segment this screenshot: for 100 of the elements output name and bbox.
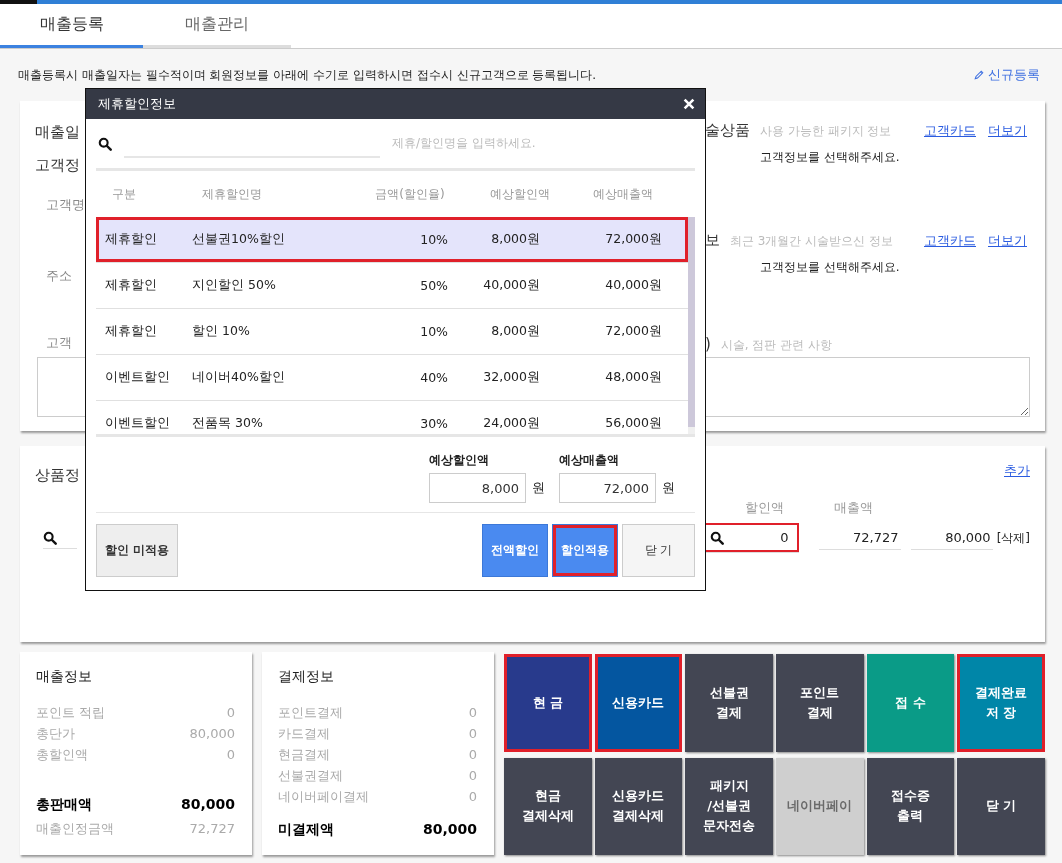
table-cell-text: 72,000원 [604, 323, 662, 340]
table-cell-text: 8,000원 [490, 323, 540, 340]
table-cell-text: 10% [419, 324, 448, 339]
row-value: 0 [468, 704, 477, 722]
table-cell-text: 40,000원 [482, 277, 540, 294]
column-header: 구분 [111, 185, 137, 203]
total-label: 총판매액 [36, 796, 92, 814]
table-row[interactable]: 제휴할인 할인 10% 10% 8,000원 72,000원 [96, 309, 688, 355]
amount-field[interactable]: 8,000 [429, 473, 526, 503]
section-title: 상품정 [35, 466, 80, 485]
field-label: 고객 [46, 335, 72, 352]
table-cell-text: 제휴할인 [104, 277, 158, 294]
field-label: 주소 [46, 268, 72, 285]
search-icon [43, 530, 57, 545]
discount-field[interactable]: 0 [702, 523, 799, 553]
action-button[interactable]: 선불권 결제 [685, 654, 773, 752]
section-title: 고객정 [35, 156, 80, 175]
table-row[interactable]: 제휴할인 선불권10%할인 10% 8,000원 72,000원 [96, 217, 688, 263]
amount-field[interactable]: 72,000 [559, 473, 656, 503]
dialog-button[interactable]: 닫 기 [622, 524, 695, 577]
action-button[interactable]: 패키지 /선불권 문자전송 [685, 757, 773, 855]
message-text: 고객정보를 선택해주세요. [759, 149, 901, 166]
card-title: 매출정보 [36, 668, 93, 686]
field-label: 고객명 [46, 197, 85, 214]
action-button[interactable]: 닫 기 [957, 757, 1045, 855]
hint-text: 사용 가능한 패키지 정보 [760, 123, 892, 140]
row-label: 선불권결제 [278, 767, 343, 785]
new-registration-link[interactable]: 신규등록 [973, 66, 1040, 84]
pencil-icon [973, 69, 985, 81]
row-label: 포인트 적립 [36, 704, 106, 722]
hint-text: 최근 3개월간 시술받으신 정보 [730, 233, 894, 250]
column-header: 제휴할인명 [202, 185, 263, 203]
tab[interactable]: 매출등록 [0, 4, 143, 48]
dialog-button[interactable]: 할인 미적용 [96, 524, 179, 577]
table-cell-text: 40% [419, 370, 448, 385]
summary-label: 예상매출액 [559, 452, 620, 469]
table-cell-text: 제휴할인 [104, 231, 158, 248]
table-cell-text: 전품목 30% [192, 415, 264, 432]
row-value: 0 [468, 725, 477, 743]
action-button[interactable]: 신용카드 [594, 654, 683, 752]
action-button[interactable]: 결제완료 저 장 [957, 654, 1045, 752]
scrollbar[interactable] [688, 217, 695, 434]
tab[interactable]: 매출관리 [143, 4, 291, 48]
column-header: 예상할인액 [489, 185, 551, 203]
table-cell-text: 40,000원 [604, 277, 662, 294]
table-cell-text: 이벤트할인 [104, 369, 171, 386]
action-button[interactable]: 현 금 [504, 654, 592, 752]
link[interactable]: 고객카드 [924, 122, 976, 140]
table-cell-text: 24,000원 [482, 415, 540, 432]
action-button[interactable]: 접수증 출력 [866, 757, 955, 855]
column-header: 할인액 [745, 499, 784, 517]
card-title: 결제정보 [278, 668, 335, 686]
section-title: 보 [705, 231, 720, 250]
search-icon [710, 530, 725, 545]
row-label: 현금결제 [278, 746, 330, 764]
delete-link[interactable]: [삭제] [996, 529, 1030, 547]
search-icon [98, 136, 112, 151]
table-row[interactable]: 이벤트할인 네이버40%할인 40% 32,000원 48,000원 [96, 355, 688, 401]
column-header: 매출액 [834, 499, 873, 517]
row-label: 네이버페이결제 [278, 788, 369, 806]
row-value: 0 [226, 704, 235, 722]
total-value: 80,000 [180, 796, 235, 814]
search-hint: 제휴/할인명을 입력하세요. [392, 135, 536, 152]
row-value: 0 [468, 767, 477, 785]
row-value: 0 [468, 746, 477, 764]
action-button[interactable]: 신용카드 결제삭제 [594, 757, 683, 855]
row-value: 80,000 [189, 725, 235, 743]
column-header: 금액(할인율) [374, 185, 446, 203]
table-cell-text: 제휴할인 [104, 323, 158, 340]
action-button[interactable]: 현금 결제삭제 [504, 757, 592, 855]
row-label: 매출인정금액 [36, 820, 114, 838]
link[interactable]: 고객카드 [924, 232, 976, 250]
row-value: 0 [468, 788, 477, 806]
row-value: 72,727 [189, 820, 235, 838]
table-cell-text: 할인 10% [192, 323, 251, 340]
close-icon [682, 96, 696, 111]
row-label: 총할인액 [36, 746, 88, 764]
action-button[interactable]: 포인트 결제 [776, 654, 864, 752]
table-cell: 72,727 [818, 526, 901, 550]
unit-text: 원 [662, 479, 675, 497]
table-cell: 80,000 [910, 526, 993, 550]
table-row[interactable]: 제휴할인 지인할인 50% 50% 40,000원 40,000원 [96, 263, 688, 309]
table-cell-text: 30% [419, 416, 448, 431]
table-cell-text: 네이버40%할인 [192, 369, 286, 386]
link[interactable]: 더보기 [988, 232, 1027, 250]
total-value: 80,000 [422, 821, 477, 839]
table-cell-text: 32,000원 [482, 369, 540, 386]
table-cell-text: 56,000원 [604, 415, 662, 432]
dialog-title: 제휴할인정보 [98, 95, 176, 113]
row-label: 총단가 [36, 725, 75, 743]
add-link[interactable]: 추가 [1004, 462, 1030, 485]
table-cell-text: 48,000원 [604, 369, 662, 386]
total-label: 미결제액 [278, 821, 334, 839]
row-value: 0 [226, 746, 235, 764]
table-cell-text: 지인할인 50% [192, 277, 277, 294]
table-cell-text: 50% [419, 278, 448, 293]
column-header: 예상매출액 [592, 185, 654, 203]
table-cell-text: 8,000원 [490, 231, 540, 248]
link[interactable]: 더보기 [988, 122, 1027, 140]
table-cell-text: 72,000원 [604, 231, 662, 248]
